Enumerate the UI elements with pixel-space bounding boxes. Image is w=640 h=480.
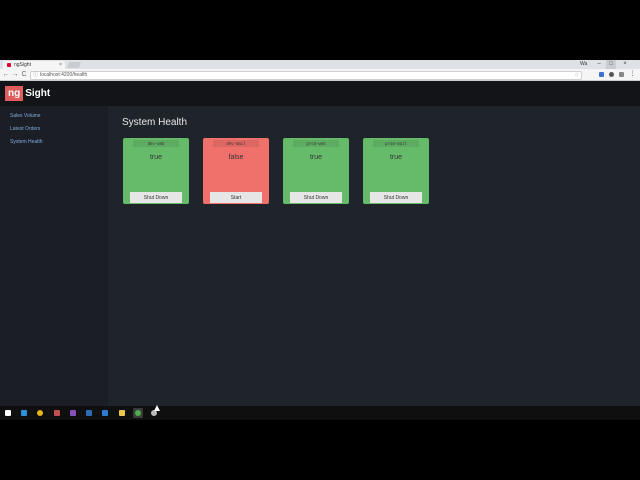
tab-close-icon[interactable]: ×: [59, 61, 62, 69]
server-name: prod-mail: [373, 140, 419, 147]
brand-sight: Sight: [25, 88, 51, 99]
window-close-icon[interactable]: ×: [620, 60, 630, 69]
premiere-icon[interactable]: [68, 408, 78, 418]
sidebar-item-sales-volume[interactable]: Sales Volume: [10, 113, 41, 119]
forward-icon[interactable]: →: [11, 70, 19, 79]
server-name: dev-mail: [213, 140, 259, 147]
menu-icon[interactable]: ⋮: [629, 71, 636, 78]
reload-icon[interactable]: C: [20, 70, 28, 79]
extension-icon[interactable]: [598, 71, 605, 78]
shut-down-button[interactable]: Shut Down: [130, 192, 182, 203]
bookmark-star-icon[interactable]: ☆: [575, 72, 579, 79]
app-header: ng Sight: [0, 81, 640, 106]
angular-favicon-icon: [7, 63, 11, 67]
file-explorer-icon[interactable]: [100, 408, 110, 418]
start-button[interactable]: Start: [210, 192, 262, 203]
sidebar-item-system-health[interactable]: System Health: [10, 139, 43, 145]
back-icon[interactable]: ←: [2, 70, 10, 79]
server-status: true: [149, 154, 163, 161]
chrome-icon[interactable]: [35, 408, 45, 418]
tab-title: ngSight: [14, 62, 31, 68]
windows-start-icon[interactable]: [3, 408, 13, 418]
brand-ng: ng: [5, 86, 24, 101]
notepad-plus-icon[interactable]: [117, 408, 127, 418]
mouse-cursor-icon: [154, 405, 160, 411]
server-card-dev-mail: dev-mail false Start: [203, 138, 269, 204]
brand-logo[interactable]: ng Sight: [5, 86, 50, 101]
extension-icon[interactable]: [618, 71, 625, 78]
windows-taskbar: [0, 406, 640, 420]
server-status: false: [228, 154, 244, 161]
server-name: prod-web: [293, 140, 339, 147]
extension-icon[interactable]: [608, 71, 615, 78]
maximize-icon[interactable]: □: [606, 60, 616, 69]
url-text: localhost:4200/health: [40, 72, 88, 78]
minimize-icon[interactable]: –: [594, 60, 604, 69]
server-status: true: [309, 154, 323, 161]
server-name: dev-web: [133, 140, 179, 147]
shut-down-button[interactable]: Shut Down: [370, 192, 422, 203]
sidebar: Sales Volume Latest Orders System Health: [0, 106, 108, 406]
store-icon[interactable]: [19, 408, 29, 418]
address-bar-row: ← → C ⓘ localhost:4200/health ☆ ⋮: [0, 69, 640, 81]
visual-studio-icon[interactable]: [52, 408, 62, 418]
server-card-dev-web: dev-web true Shut Down: [123, 138, 189, 204]
browser-tab-strip: ngSight × Wa – □ ×: [0, 60, 640, 69]
server-card-prod-web: prod-web true Shut Down: [283, 138, 349, 204]
page-title: System Health: [122, 117, 188, 128]
browser-tab[interactable]: ngSight ×: [3, 61, 65, 69]
server-status: true: [389, 154, 403, 161]
chrome-active-icon[interactable]: [133, 408, 143, 418]
url-input[interactable]: ⓘ localhost:4200/health ☆: [30, 71, 582, 80]
new-tab-button[interactable]: [66, 62, 82, 68]
profile-chip[interactable]: Wa: [580, 61, 587, 67]
photoshop-icon[interactable]: [84, 408, 94, 418]
info-icon[interactable]: ⓘ: [33, 72, 38, 79]
shut-down-button[interactable]: Shut Down: [290, 192, 342, 203]
sidebar-item-latest-orders[interactable]: Latest Orders: [10, 126, 40, 132]
server-card-prod-mail: prod-mail true Shut Down: [363, 138, 429, 204]
main-content: System Health dev-web true Shut Down dev…: [108, 106, 640, 406]
